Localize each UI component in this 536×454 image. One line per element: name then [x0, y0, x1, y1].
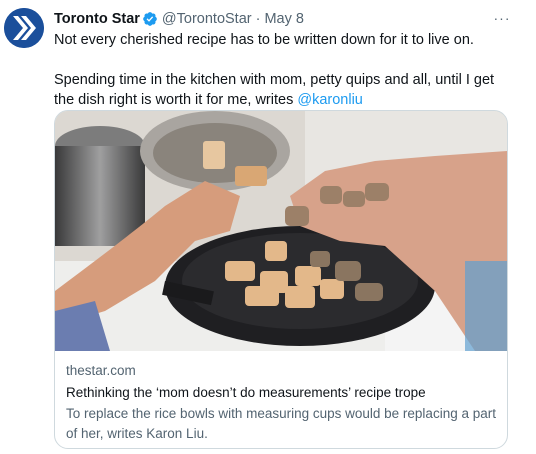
card-meta: thestar.com Rethinking the ‘mom doesn’t … [66, 361, 498, 444]
card-image[interactable] [55, 111, 507, 351]
verified-badge-icon [142, 11, 158, 27]
card-domain: thestar.com [66, 363, 136, 378]
card-description: To replace the rice bowls with measuring… [66, 406, 496, 441]
tweet-timestamp[interactable]: May 8 [264, 9, 304, 29]
tweet-text-line1: Not every cherished recipe has to be wri… [54, 32, 474, 48]
author-display-name[interactable]: Toronto Star [54, 9, 140, 29]
tweet-text-line2-body: Spending time in the kitchen with mom, p… [54, 72, 495, 108]
toronto-star-logo-icon[interactable] [4, 8, 44, 48]
link-card[interactable]: thestar.com Rethinking the ‘mom doesn’t … [54, 110, 508, 449]
card-title: Rethinking the ‘mom doesn’t do measureme… [66, 385, 426, 400]
author-handle[interactable]: @TorontoStar [162, 9, 252, 29]
tweet-text-line2: Spending time in the kitchen with mom, p… [54, 70, 516, 110]
header-separator: · [255, 11, 261, 27]
mention-link[interactable]: @karonliu [297, 92, 363, 108]
tweet-header: Toronto Star @TorontoStar · May 8 [54, 9, 304, 29]
tweet-text: Not every cherished recipe has to be wri… [54, 30, 516, 110]
tweet[interactable]: Toronto Star @TorontoStar · May 8 ··· No… [0, 0, 536, 454]
more-options-icon[interactable]: ··· [492, 8, 512, 28]
